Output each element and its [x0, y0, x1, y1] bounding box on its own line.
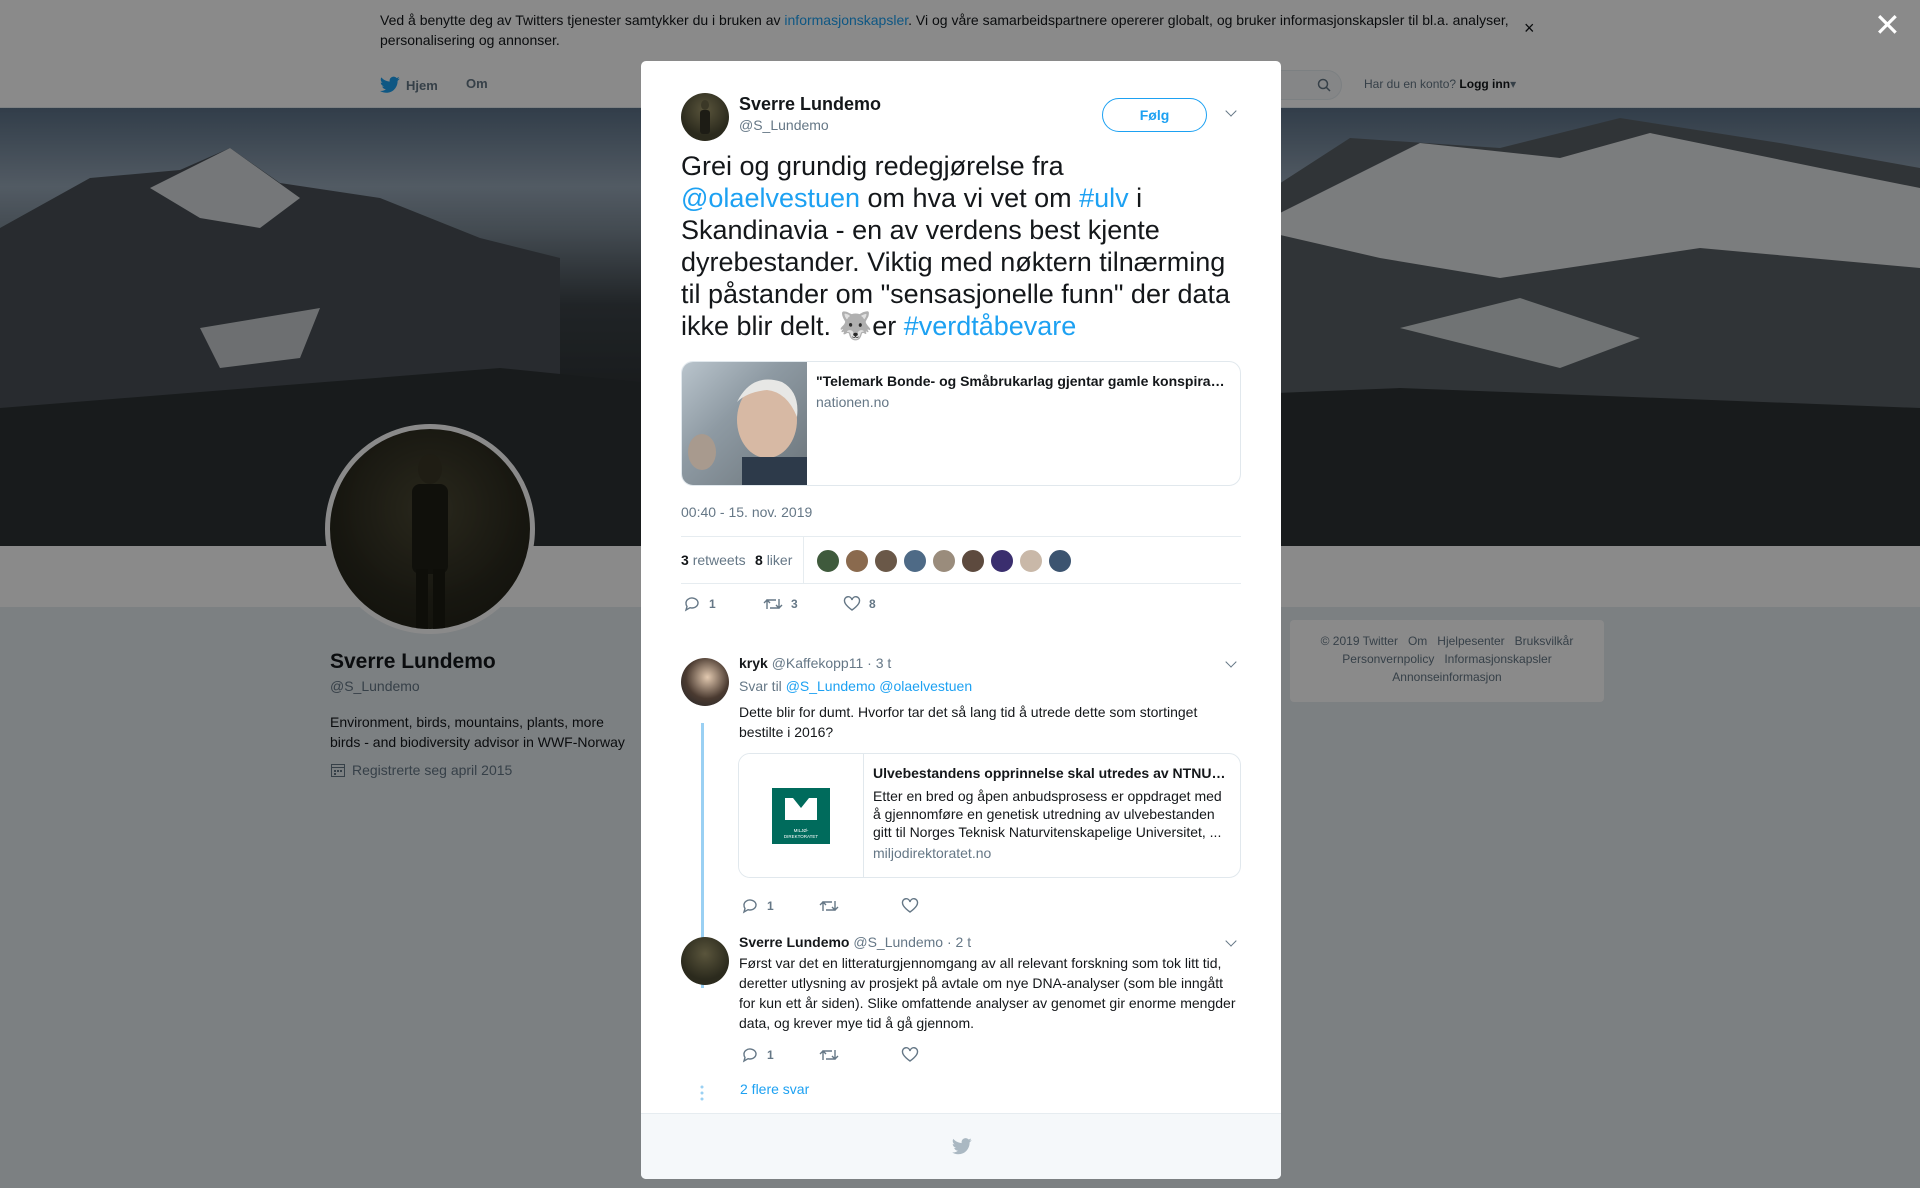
- stats-divider: [803, 537, 804, 583]
- retweet-count: 3: [791, 597, 798, 611]
- like-action[interactable]: 8: [843, 596, 876, 612]
- follow-button[interactable]: Følg: [1102, 98, 1207, 132]
- likes-stat[interactable]: 8 liker: [755, 552, 792, 568]
- reply-time[interactable]: · 2 t: [947, 934, 971, 950]
- liker-avatar[interactable]: [1048, 549, 1072, 573]
- link-card-description: Etter en bred og åpen anbudsprosess er o…: [873, 788, 1222, 840]
- reply-author-handle[interactable]: @Kaffekopp11: [772, 655, 864, 671]
- like-action[interactable]: [901, 1047, 919, 1063]
- liker-avatar[interactable]: [932, 549, 956, 573]
- retweet-icon: [763, 599, 783, 609]
- reply-avatar[interactable]: [681, 658, 729, 706]
- reply-icon: [684, 597, 699, 612]
- tweet-stats: 3 retweets 8 liker: [681, 536, 1241, 584]
- heart-icon: [901, 898, 919, 913]
- reply-time[interactable]: · 3 t: [867, 655, 891, 671]
- reply-author-name[interactable]: Sverre Lundemo: [739, 934, 849, 950]
- retweet-action[interactable]: 3: [763, 596, 798, 612]
- reply-avatar[interactable]: [681, 937, 729, 985]
- reply-to-mentions[interactable]: @S_Lundemo @olaelvestuen: [786, 678, 972, 694]
- more-dots-icon: [700, 1085, 704, 1101]
- liker-avatar[interactable]: [961, 549, 985, 573]
- retweets-label: retweets: [692, 552, 746, 568]
- reply-menu-chevron-icon[interactable]: [1225, 656, 1237, 668]
- reply-action[interactable]: 1: [683, 596, 716, 612]
- reply-count: 1: [709, 597, 716, 611]
- liker-avatar[interactable]: [1019, 549, 1043, 573]
- tweet-timestamp[interactable]: 00:40 - 15. nov. 2019: [681, 504, 812, 520]
- svg-text:MILJØ-: MILJØ-: [794, 828, 809, 833]
- liker-avatar[interactable]: [874, 549, 898, 573]
- close-modal-button[interactable]: ✕: [1874, 9, 1901, 41]
- reply-action[interactable]: 1: [741, 1047, 774, 1063]
- liker-avatar[interactable]: [990, 549, 1014, 573]
- link-card[interactable]: "Telemark Bonde- og Småbrukarlag gjentar…: [681, 361, 1241, 486]
- wolf-emoji-icon: 🐺: [838, 311, 873, 341]
- retweet-icon: [819, 1050, 839, 1060]
- retweets-count: 3: [681, 552, 689, 568]
- liker-avatar[interactable]: [903, 549, 927, 573]
- svg-text:DIREKTORATET: DIREKTORATET: [784, 834, 819, 839]
- link-card-domain: nationen.no: [816, 394, 890, 410]
- hashtag-link[interactable]: #verdtåbevare: [904, 311, 1077, 341]
- link-card-title: Ulvebestandens opprinnelse skal utredes …: [873, 765, 1229, 781]
- heart-icon: [843, 596, 861, 611]
- link-card-domain: miljodirektoratet.no: [873, 845, 992, 861]
- reply-text: Dette blir for dumt. Hvorfor tar det så …: [739, 704, 1198, 740]
- liker-avatar[interactable]: [845, 549, 869, 573]
- retweets-stat[interactable]: 3 retweets: [681, 552, 746, 568]
- likes-label: liker: [766, 552, 793, 568]
- liker-avatar[interactable]: [816, 549, 840, 573]
- reply-count: 1: [767, 899, 774, 913]
- link-card-title: "Telemark Bonde- og Småbrukarlag gjentar…: [816, 373, 1226, 389]
- likes-count: 8: [755, 552, 763, 568]
- more-replies-link[interactable]: 2 flere svar: [740, 1081, 809, 1097]
- tweet-text-part: om hva vi vet om: [860, 183, 1080, 213]
- tweet-author-avatar[interactable]: [681, 93, 729, 141]
- twitter-bird-icon: [952, 1138, 972, 1155]
- retweet-icon: [819, 901, 839, 911]
- link-card[interactable]: MILJØ- DIREKTORATET Ulvebestandens opprin…: [738, 753, 1241, 878]
- reply-to-line: Svar til @S_Lundemo @olaelvestuen: [739, 678, 972, 694]
- like-action[interactable]: [901, 898, 919, 914]
- heart-icon: [901, 1047, 919, 1062]
- reply-author-handle[interactable]: @S_Lundemo: [853, 934, 943, 950]
- tweet-text-part: er: [872, 311, 904, 341]
- reply-author-name[interactable]: kryk: [739, 655, 768, 671]
- reply-menu-chevron-icon[interactable]: [1225, 935, 1237, 947]
- reply-to-label: Svar til: [739, 678, 786, 694]
- reply-action[interactable]: 1: [741, 898, 774, 914]
- mention-link[interactable]: @olaelvestuen: [681, 183, 860, 213]
- link-card-image: MILJØ- DIREKTORATET: [739, 754, 864, 877]
- reply-header: Sverre Lundemo @S_Lundemo · 2 t: [739, 934, 971, 950]
- tweet-modal: Sverre Lundemo @S_Lundemo Følg Grei og g…: [641, 61, 1281, 1179]
- modal-footer: [641, 1113, 1281, 1179]
- retweet-action[interactable]: [819, 1047, 839, 1063]
- reply-count: 1: [767, 1048, 774, 1062]
- reply-text: Først var det en litteraturgjennomgang a…: [739, 955, 1236, 1031]
- like-count: 8: [869, 597, 876, 611]
- reply-icon: [742, 899, 757, 914]
- tweet-menu-chevron-icon[interactable]: [1225, 105, 1237, 117]
- retweet-action[interactable]: [819, 898, 839, 914]
- tweet-author-handle[interactable]: @S_Lundemo: [739, 117, 829, 133]
- tweet-author-name[interactable]: Sverre Lundemo: [739, 94, 881, 115]
- reply-icon: [742, 1048, 757, 1063]
- tweet-text-part: Grei og grundig redegjørelse fra: [681, 151, 1064, 181]
- hashtag-link[interactable]: #ulv: [1079, 183, 1129, 213]
- tweet-text: Grei og grundig redegjørelse fra @olaelv…: [681, 150, 1246, 342]
- reply-header: kryk @Kaffekopp11 · 3 t: [739, 655, 891, 671]
- link-card-image: [682, 362, 807, 485]
